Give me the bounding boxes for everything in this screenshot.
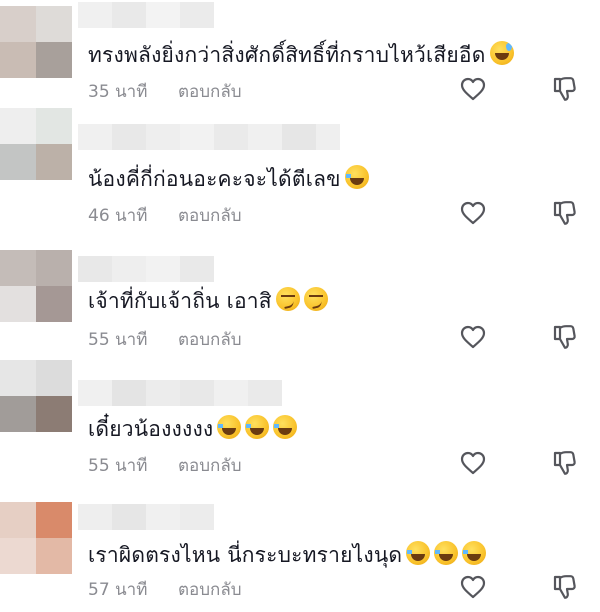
comment-text-content: น้องคี่กี่ก่อนอะคะจะได้ตีเลข: [88, 167, 341, 191]
comment-meta: 35 นาที ตอบกลับ: [88, 78, 242, 105]
comment-text: เดี๋ยวน้องงงงง: [88, 414, 298, 444]
comment-meta: 57 นาที ตอบกลับ: [88, 576, 242, 603]
tears-of-joy-emoji: [462, 541, 487, 565]
reply-button[interactable]: ตอบกลับ: [178, 78, 242, 105]
comment-text: เจ้าที่กับเจ้าถิ่น เอาสิ: [88, 286, 328, 316]
smirking-face-emoji: [275, 287, 300, 311]
comment-text-content: เราผิดตรงไหน นี่กระบะทรายไงนุด: [88, 543, 403, 567]
avatar[interactable]: [0, 360, 72, 432]
grinning-sweat-emoji: [489, 41, 514, 65]
comment-text: เราผิดตรงไหน นี่กระบะทรายไงนุด: [88, 540, 487, 570]
comment-text: ทรงพลังยิ่งกว่าสิ่งศักดิ์สิทธิ์ที่กราบไห…: [88, 40, 514, 70]
comment-timestamp: 55 นาที: [88, 330, 148, 350]
avatar[interactable]: [0, 6, 72, 78]
username-blurred[interactable]: [78, 256, 214, 282]
smirking-face-emoji: [303, 287, 328, 311]
thumbs-down-outline-icon[interactable]: [549, 572, 579, 602]
username-blurred[interactable]: [78, 380, 282, 406]
tears-of-joy-emoji: [406, 541, 431, 565]
avatar[interactable]: [0, 250, 72, 322]
reply-button[interactable]: ตอบกลับ: [178, 202, 242, 229]
reply-button[interactable]: ตอบกลับ: [178, 452, 242, 479]
avatar[interactable]: [0, 108, 72, 180]
thumbs-down-outline-icon[interactable]: [549, 322, 579, 352]
thumbs-down-outline-icon[interactable]: [549, 198, 579, 228]
comment-timestamp: 46 นาที: [88, 206, 148, 226]
comment-text-content: เดี๋ยวน้องงงงง: [88, 417, 214, 441]
heart-outline-icon[interactable]: [458, 448, 488, 478]
comment-text: น้องคี่กี่ก่อนอะคะจะได้ตีเลข: [88, 164, 369, 194]
username-blurred[interactable]: [78, 124, 340, 150]
tears-of-joy-emoji: [273, 415, 298, 439]
comment-text-content: เจ้าที่กับเจ้าถิ่น เอาสิ: [88, 289, 272, 313]
thumbs-down-outline-icon[interactable]: [549, 448, 579, 478]
tears-of-joy-emoji: [434, 541, 459, 565]
heart-outline-icon[interactable]: [458, 198, 488, 228]
thumbs-down-outline-icon[interactable]: [549, 74, 579, 104]
avatar[interactable]: [0, 502, 72, 574]
tears-of-joy-emoji: [344, 165, 369, 189]
tears-of-joy-emoji: [245, 415, 270, 439]
comment-meta: 55 นาที ตอบกลับ: [88, 452, 242, 479]
comment-timestamp: 55 นาที: [88, 456, 148, 476]
heart-outline-icon[interactable]: [458, 572, 488, 602]
tears-of-joy-emoji: [217, 415, 242, 439]
comment-timestamp: 57 นาที: [88, 580, 148, 600]
heart-outline-icon[interactable]: [458, 322, 488, 352]
reply-button[interactable]: ตอบกลับ: [178, 326, 242, 353]
username-blurred[interactable]: [78, 504, 214, 530]
comment-text-content: ทรงพลังยิ่งกว่าสิ่งศักดิ์สิทธิ์ที่กราบไห…: [88, 43, 486, 67]
reply-button[interactable]: ตอบกลับ: [178, 576, 242, 603]
heart-outline-icon[interactable]: [458, 74, 488, 104]
username-blurred[interactable]: [78, 2, 214, 28]
comment-timestamp: 35 นาที: [88, 82, 148, 102]
comment-meta: 55 นาที ตอบกลับ: [88, 326, 242, 353]
comment-meta: 46 นาที ตอบกลับ: [88, 202, 242, 229]
